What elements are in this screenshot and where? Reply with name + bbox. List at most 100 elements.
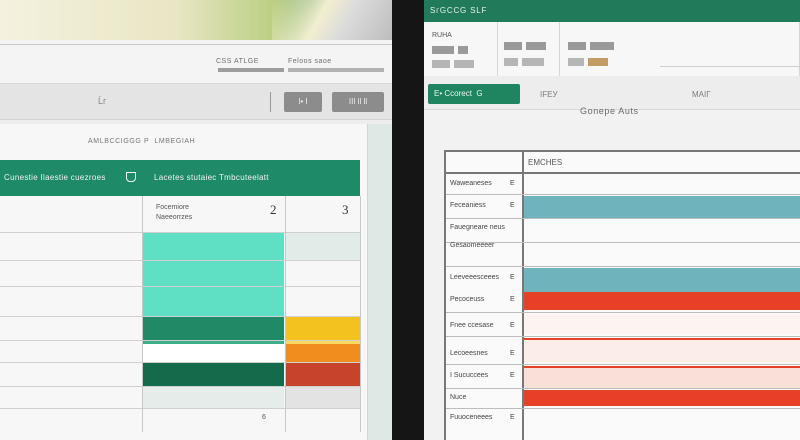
ribbon-divider <box>0 44 392 45</box>
row-label: Fuuoceneees <box>450 414 493 421</box>
row-label: Waweaneses <box>450 180 492 187</box>
row-label: Fnee ccesase <box>450 322 494 329</box>
header-label-line1: Focemiore <box>156 204 190 211</box>
grid-row-line <box>0 408 360 409</box>
bar-red[interactable] <box>524 390 800 406</box>
bar-red[interactable] <box>524 292 800 310</box>
row-label: Gesaomeeeer <box>450 242 495 249</box>
row-label: Nuce <box>450 394 467 401</box>
row-label: Feceaniess <box>450 202 486 209</box>
bar-light-red[interactable] <box>524 366 800 388</box>
tab-rule <box>660 66 800 67</box>
row-suffix: E <box>510 372 515 379</box>
table-row-line <box>446 266 800 267</box>
banner-right-text: Lacetes stutaiec Tmbcuteelatt <box>154 173 269 182</box>
row-suffix: E <box>510 322 515 329</box>
grid-row-line <box>0 232 360 233</box>
cell-pale[interactable] <box>142 386 284 408</box>
row-suffix: E <box>510 414 515 421</box>
bar-teal[interactable] <box>524 268 800 292</box>
window-divider <box>392 0 424 440</box>
grid-row-line <box>0 340 360 341</box>
header-number-2: 3 <box>342 202 349 217</box>
cell-red[interactable] <box>286 362 360 386</box>
cell-light[interactable] <box>286 232 360 260</box>
ribbon-tab-underline <box>288 68 384 72</box>
row-suffix: E <box>510 296 515 303</box>
tab-icon <box>522 58 544 66</box>
row-label: I Sucuccees <box>450 372 489 379</box>
cell-orange[interactable] <box>286 344 360 362</box>
cell-dark-green[interactable] <box>142 362 284 386</box>
bar-teal[interactable] <box>524 196 800 218</box>
table-row-line <box>446 242 800 243</box>
ribbon-tab-1[interactable]: CSS ATLGE <box>216 58 259 68</box>
left-spreadsheet: AMLBCCIGGG P LMBEGIAH Cunestie Ilaestie … <box>0 124 368 440</box>
left-window: CSS ATLGE Feloos saoe Ĺг I• I III ll ll … <box>0 0 392 440</box>
left-title-banner <box>0 0 392 40</box>
toolbar-mark-1: IFEУ <box>540 90 558 99</box>
row-label: Pecoceuss <box>450 296 485 303</box>
table-header: EMCHES <box>528 158 563 167</box>
cell-green[interactable] <box>142 316 284 340</box>
tab-icon <box>590 42 614 50</box>
toolbar-separator <box>270 92 271 112</box>
table-row-line <box>446 408 800 409</box>
tab-icon <box>432 46 454 54</box>
right-tab-3[interactable] <box>560 22 800 76</box>
left-toolbar: Ĺг I• I III ll ll <box>0 84 392 120</box>
right-tab-2[interactable] <box>498 22 560 76</box>
banner-left-text: Cunestie Ilaestie cuezroes <box>4 173 106 182</box>
grid-row-line <box>0 286 360 287</box>
tab-icon <box>432 60 450 68</box>
bar-red-outline[interactable] <box>524 338 800 362</box>
header-number-1: 2 <box>270 202 277 217</box>
row-label: Leeveeesceees <box>450 274 500 281</box>
sheet-subhead-2: P LMBEGIAH <box>144 138 196 145</box>
table-row-line <box>446 312 800 313</box>
tab-icon <box>504 42 522 50</box>
right-caption: Gonepe Auts <box>580 106 639 116</box>
left-scrollbar[interactable] <box>368 124 392 440</box>
row-suffix: E <box>510 274 515 281</box>
cell-mint[interactable] <box>142 232 284 316</box>
tab-icon <box>458 46 468 54</box>
sheet-grid: Focemiore Naeeorrzes 2 3 6 <box>0 196 361 440</box>
toolbar-mark: Ĺг <box>98 96 107 106</box>
tab-icon <box>568 58 584 66</box>
header-label-line2: Naeeorrzes <box>156 214 193 221</box>
tab-icon <box>588 58 608 66</box>
table-row-line <box>446 364 800 365</box>
right-title-bar: SгGCCG SLF <box>424 0 800 22</box>
table-row-line <box>446 336 800 337</box>
right-table: EMCHES Waweaneses E Feceaniess E Fauegne… <box>444 150 800 440</box>
right-window: SгGCCG SLF RUHA IFEУ MAIГ E• Ccorect G G… <box>424 0 800 440</box>
cell-white[interactable] <box>142 344 284 362</box>
toolbar-button-2[interactable]: III ll ll <box>332 92 384 112</box>
grid-row-line <box>0 386 360 387</box>
grid-col-line <box>360 196 361 432</box>
row-label: Fauegneare neus <box>450 224 505 231</box>
right-title-text: SгGCCG SLF <box>430 6 488 15</box>
ribbon-tab-2[interactable]: Feloos saoe <box>288 58 332 68</box>
toolbar-button-1[interactable]: I• I <box>284 92 322 112</box>
sheet-footer-mark: 6 <box>262 414 266 421</box>
cell-yellow[interactable] <box>286 316 360 340</box>
grid-col-line <box>285 196 286 432</box>
tab-icon <box>526 42 546 50</box>
bar-faint[interactable] <box>524 314 800 334</box>
tab-icon <box>568 42 586 50</box>
row-suffix: E <box>510 180 515 187</box>
ribbon-tab-underline <box>218 68 284 72</box>
right-tab-strip: RUHA <box>424 22 800 76</box>
sheet-subhead-1: AMLBCCIGGG <box>88 138 142 145</box>
table-row-line <box>446 388 800 389</box>
grid-row-line <box>0 316 360 317</box>
cell-grey[interactable] <box>286 386 360 408</box>
row-suffix: E <box>510 202 515 209</box>
grid-row-line <box>0 260 360 261</box>
right-primary-button[interactable]: E• Ccorect G <box>428 84 520 104</box>
grid-row-line <box>0 362 360 363</box>
right-tab-1[interactable]: RUHA <box>424 22 498 76</box>
tab-icon <box>504 58 518 66</box>
